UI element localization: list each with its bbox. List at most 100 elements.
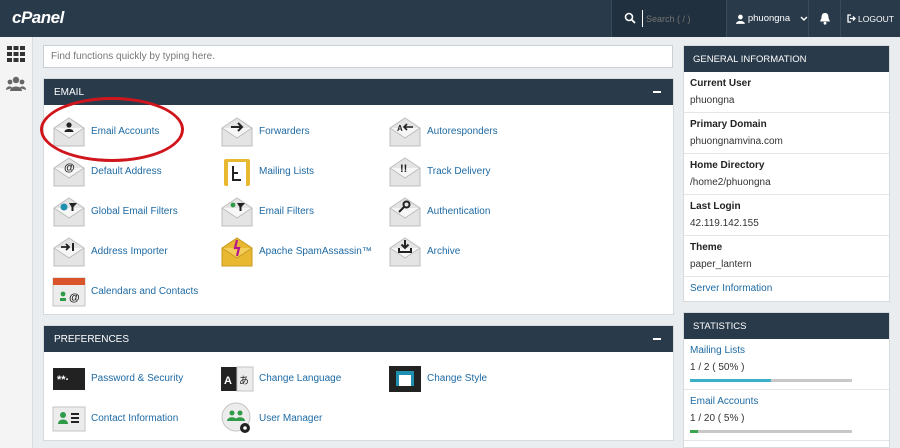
username-label: phuongna — [747, 13, 791, 24]
statistics-header: STATISTICS — [684, 313, 889, 339]
envelope-import-icon — [53, 237, 85, 267]
stat-row-mailing-lists: Mailing Lists 1 / 2 ( 50% ) — [684, 339, 889, 390]
global-email-filters-item[interactable]: Global Email Filters — [52, 194, 178, 228]
password-security-label: Password & Security — [91, 372, 184, 384]
authentication-label: Authentication — [427, 205, 491, 217]
logout-label: LOGOUT — [858, 13, 894, 24]
svg-text:A: A — [397, 124, 403, 133]
change-language-item[interactable]: Aあ Change Language — [220, 361, 341, 395]
info-value: paper_lantern — [690, 259, 752, 270]
contact-information-item[interactable]: Contact Information — [52, 401, 178, 435]
cpanel-logo[interactable]: cPanel — [12, 8, 64, 28]
mailing-lists-item[interactable]: Mailing Lists — [220, 154, 314, 188]
envelope-globe-filter-icon — [53, 197, 85, 227]
default-address-item[interactable]: @ Default Address — [52, 154, 162, 188]
envelope-archive-icon — [389, 237, 421, 267]
header-search[interactable] — [611, 0, 726, 37]
info-value: phuongnamvina.com — [690, 136, 783, 147]
info-value: phuongna — [690, 95, 735, 106]
forwarders-item[interactable]: Forwarders — [220, 114, 310, 148]
mailing-lists-label: Mailing Lists — [259, 165, 315, 177]
users-icon[interactable] — [6, 74, 26, 94]
address-importer-label: Address Importer — [91, 245, 168, 257]
preferences-group: PREFERENCES **· Password & Security Aあ C… — [43, 325, 674, 441]
svg-text:@: @ — [69, 292, 80, 304]
email-group: EMAIL Email Accounts Forwarders A Autore… — [43, 78, 674, 315]
info-key: Theme — [690, 242, 723, 253]
mailing-list-icon — [224, 159, 250, 186]
archive-item[interactable]: Archive — [388, 234, 460, 268]
user-manager-item[interactable]: User Manager — [220, 401, 322, 435]
logout-button[interactable]: LOGOUT — [840, 0, 900, 37]
password-security-item[interactable]: **· Password & Security — [52, 361, 183, 395]
user-menu[interactable]: phuongna — [726, 0, 808, 37]
email-accounts-item[interactable]: Email Accounts — [52, 114, 159, 148]
info-value: 42.119.142.155 — [690, 218, 759, 229]
preferences-group-header[interactable]: PREFERENCES — [44, 326, 673, 352]
style-icon — [389, 366, 421, 392]
svg-text:**·: **· — [57, 374, 69, 386]
function-search-input[interactable] — [43, 45, 673, 68]
stat-progress-fill — [690, 430, 699, 433]
svg-text:@: @ — [64, 162, 75, 174]
svg-text:!!: !! — [400, 163, 407, 175]
autoresponders-item[interactable]: A Autoresponders — [388, 114, 498, 148]
change-style-item[interactable]: Change Style — [388, 361, 487, 395]
info-key: Primary Domain — [690, 119, 767, 130]
current-user-row: Current User phuongna — [684, 72, 889, 113]
left-rail — [0, 37, 33, 448]
track-delivery-label: Track Delivery — [427, 165, 491, 177]
language-icon: Aあ — [221, 366, 254, 392]
stat-progress-fill — [690, 379, 771, 382]
stat-progress-bar — [690, 430, 852, 433]
email-group-header[interactable]: EMAIL — [44, 79, 673, 105]
collapse-icon[interactable] — [653, 91, 661, 93]
info-key: Last Login — [690, 201, 741, 212]
info-key: Current User — [690, 78, 752, 89]
home-directory-row: Home Directory /home2/phuongna — [684, 154, 889, 195]
stat-label-link[interactable]: Email Accounts — [690, 396, 883, 407]
user-icon — [736, 14, 745, 24]
stat-label-link[interactable]: Mailing Lists — [690, 345, 883, 356]
stat-row-email-accounts: Email Accounts 1 / 20 ( 5% ) — [684, 390, 889, 441]
primary-domain-row: Primary Domain phuongnamvina.com — [684, 113, 889, 154]
general-info-header: GENERAL INFORMATION — [684, 46, 889, 72]
track-delivery-item[interactable]: !! Track Delivery — [388, 154, 491, 188]
user-manager-label: User Manager — [259, 412, 323, 424]
forwarders-label: Forwarders — [259, 125, 310, 137]
bell-icon — [819, 13, 830, 25]
spamassassin-item[interactable]: Apache SpamAssassin™ — [220, 234, 372, 268]
theme-row: Theme paper_lantern — [684, 236, 889, 277]
address-importer-item[interactable]: Address Importer — [52, 234, 168, 268]
email-group-title: EMAIL — [54, 86, 85, 98]
email-filters-item[interactable]: Email Filters — [220, 194, 314, 228]
envelope-filter-icon — [221, 197, 253, 227]
envelope-alert-icon: !! — [389, 157, 421, 187]
stat-value: 1 / 20 ( 5% ) — [690, 413, 745, 424]
email-accounts-label: Email Accounts — [91, 125, 160, 137]
collapse-icon[interactable] — [653, 338, 661, 340]
info-value: /home2/phuongna — [690, 177, 771, 188]
notifications-button[interactable] — [808, 0, 840, 37]
header-search-input[interactable] — [642, 10, 722, 27]
spamassassin-icon — [221, 237, 253, 267]
top-bar: cPanel phuongna LOGOUT — [0, 0, 900, 37]
statistics-panel: STATISTICS Mailing Lists 1 / 2 ( 50% ) E… — [683, 312, 890, 448]
chevron-down-icon — [800, 16, 808, 21]
change-style-label: Change Style — [427, 372, 488, 384]
last-login-row: Last Login 42.119.142.155 — [684, 195, 889, 236]
contact-card-icon — [52, 406, 86, 432]
grid-icon[interactable] — [6, 44, 26, 64]
default-address-label: Default Address — [91, 165, 162, 177]
svg-text:あ: あ — [239, 375, 249, 387]
logout-icon — [847, 14, 856, 23]
envelope-autoreply-icon: A — [389, 117, 421, 147]
autoresponders-label: Autoresponders — [427, 125, 498, 137]
server-information-link[interactable]: Server Information — [684, 277, 889, 301]
envelope-arrow-icon — [221, 117, 253, 147]
authentication-item[interactable]: Authentication — [388, 194, 490, 228]
envelope-person-icon — [53, 117, 85, 147]
calendars-contacts-item[interactable]: @ Calendars and Contacts — [52, 274, 198, 308]
general-info-panel: GENERAL INFORMATION Current User phuongn… — [683, 45, 890, 302]
preferences-group-title: PREFERENCES — [54, 333, 130, 345]
